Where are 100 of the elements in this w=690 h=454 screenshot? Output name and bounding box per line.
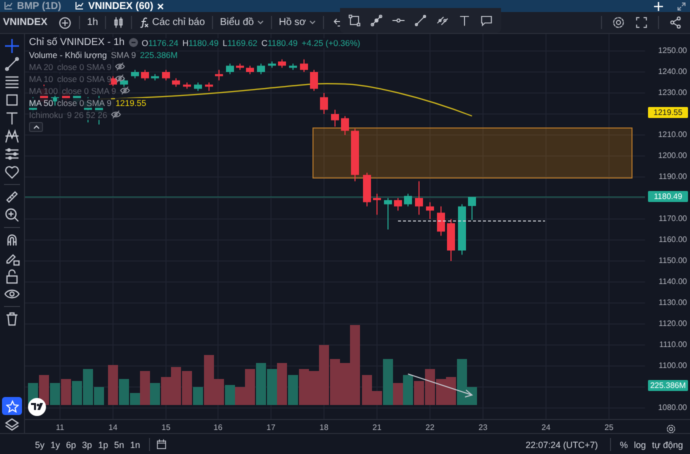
scale-option[interactable]: tự động	[648, 440, 686, 450]
settings-icon[interactable]	[666, 424, 676, 434]
layers-icon[interactable]	[4, 417, 20, 433]
trash-icon[interactable]	[4, 311, 20, 327]
volume-bar	[288, 375, 298, 405]
indicator-name: Volume - Khối lượng	[29, 50, 107, 60]
volume-bar	[277, 363, 287, 405]
chevron-up-icon	[32, 125, 40, 129]
candle	[468, 196, 476, 220]
candle	[131, 69, 139, 79]
time-label: 22	[426, 423, 434, 432]
parallel-lines-icon[interactable]	[436, 14, 449, 27]
sliders-icon[interactable]	[4, 146, 20, 162]
range-button[interactable]: 6p	[63, 440, 80, 450]
dashed-line[interactable]	[398, 220, 546, 222]
zoom-in-icon[interactable]	[4, 207, 20, 223]
indicator-name: Ichimoku	[29, 110, 64, 120]
range-button[interactable]: 5y	[32, 440, 48, 450]
indicator-params: 9 26 52 26	[67, 110, 108, 120]
price-label: 1100.00	[658, 361, 687, 371]
candle-icon[interactable]	[112, 16, 126, 29]
share-icon[interactable]	[669, 16, 682, 29]
collapse-legend-button[interactable]	[29, 122, 43, 132]
eye-off-icon[interactable]	[115, 74, 126, 83]
calendar-icon[interactable]	[156, 439, 168, 450]
chart-tab[interactable]: VNINDEX (60)	[75, 0, 164, 12]
text-icon[interactable]	[4, 110, 20, 126]
candle	[351, 128, 359, 182]
highlight-rectangle[interactable]	[312, 128, 632, 178]
candle	[246, 65, 254, 75]
logo-icon[interactable]	[28, 398, 46, 416]
trend-line-icon[interactable]	[414, 14, 427, 27]
time-label: 25	[604, 423, 614, 432]
candle	[458, 204, 466, 256]
range-button[interactable]: 3p	[79, 440, 96, 450]
lock-icon[interactable]	[4, 268, 20, 284]
price-label: 1190.00	[658, 172, 687, 182]
candle	[268, 61, 276, 68]
text-icon[interactable]	[458, 14, 471, 27]
pattern-icon[interactable]	[4, 128, 20, 144]
price-label: 1210.00	[658, 130, 687, 140]
fullscreen-icon[interactable]	[635, 16, 648, 29]
price-label: 1160.00	[658, 235, 687, 245]
indicator-params: close 0 SMA 9	[57, 62, 112, 72]
callout-icon[interactable]	[480, 14, 493, 27]
candle	[310, 69, 318, 92]
rectangle-icon[interactable]	[4, 92, 20, 108]
profile-menu[interactable]: Hồ sơ	[272, 12, 323, 33]
candle	[320, 92, 328, 114]
range-button[interactable]: 1p	[95, 440, 112, 450]
candle	[162, 69, 170, 81]
trend-arrow[interactable]	[408, 374, 474, 398]
time-label: 23	[478, 423, 488, 432]
symbol-button[interactable]: VNINDEX	[0, 12, 58, 33]
favorites-button[interactable]	[2, 397, 22, 415]
price-label: 1250.00	[658, 46, 687, 56]
volume-bar	[39, 375, 49, 405]
horizontal-lines-icon[interactable]	[4, 74, 20, 90]
heart-icon[interactable]	[4, 164, 20, 180]
line-tool-icon[interactable]	[370, 14, 383, 27]
indicators-button[interactable]: Các chỉ báo	[132, 12, 212, 33]
indicator-name: MA 50	[29, 98, 54, 108]
time-label: 16	[214, 423, 222, 432]
eye-off-icon[interactable]	[115, 62, 126, 71]
chart-title: Chỉ số VNINDEX - 1h	[29, 37, 125, 48]
time-label: 24	[542, 423, 550, 432]
range-button[interactable]: 1n	[127, 440, 144, 450]
chart-menu[interactable]: Biểu đồ	[212, 12, 271, 33]
indicator-name: MA 20	[29, 62, 54, 72]
price-label: 1240.00	[658, 67, 687, 77]
close-icon[interactable]	[157, 2, 164, 10]
candle	[172, 78, 180, 88]
candle	[151, 74, 159, 81]
ruler-icon[interactable]	[4, 189, 20, 205]
expand-icon[interactable]	[677, 2, 686, 10]
range-button[interactable]: 1y	[48, 440, 64, 450]
eye-off-icon[interactable]	[111, 110, 122, 119]
time-label: 17	[266, 423, 276, 432]
eye-off-icon[interactable]	[120, 86, 130, 95]
add-icon[interactable]	[654, 2, 663, 10]
crosshair-icon[interactable]	[4, 38, 20, 54]
volume-bar	[50, 383, 60, 405]
settings-icon[interactable]	[612, 16, 625, 29]
ohlc-value: H1180.49	[182, 38, 219, 48]
range-button[interactable]: 5n	[111, 440, 128, 450]
price-label: 1170.00	[658, 214, 687, 224]
line-tool-icon[interactable]	[4, 56, 20, 72]
function-icon	[139, 17, 150, 28]
candle	[300, 58, 308, 72]
indicator-params: close 0 SMA 9	[62, 86, 116, 96]
interval-button[interactable]: 1h	[80, 12, 106, 33]
candle	[215, 69, 223, 81]
clock-text: 22:07:24 (UTC+7)	[526, 440, 599, 450]
scale-option[interactable]: log	[630, 440, 649, 450]
candle	[257, 63, 265, 75]
time-label: 21	[372, 423, 382, 432]
chart-tab[interactable]: BMP (1D)	[4, 0, 62, 12]
add-circle-icon[interactable]	[58, 16, 72, 30]
rectangle-icon[interactable]	[348, 14, 361, 27]
scale-option[interactable]: %	[616, 440, 631, 450]
